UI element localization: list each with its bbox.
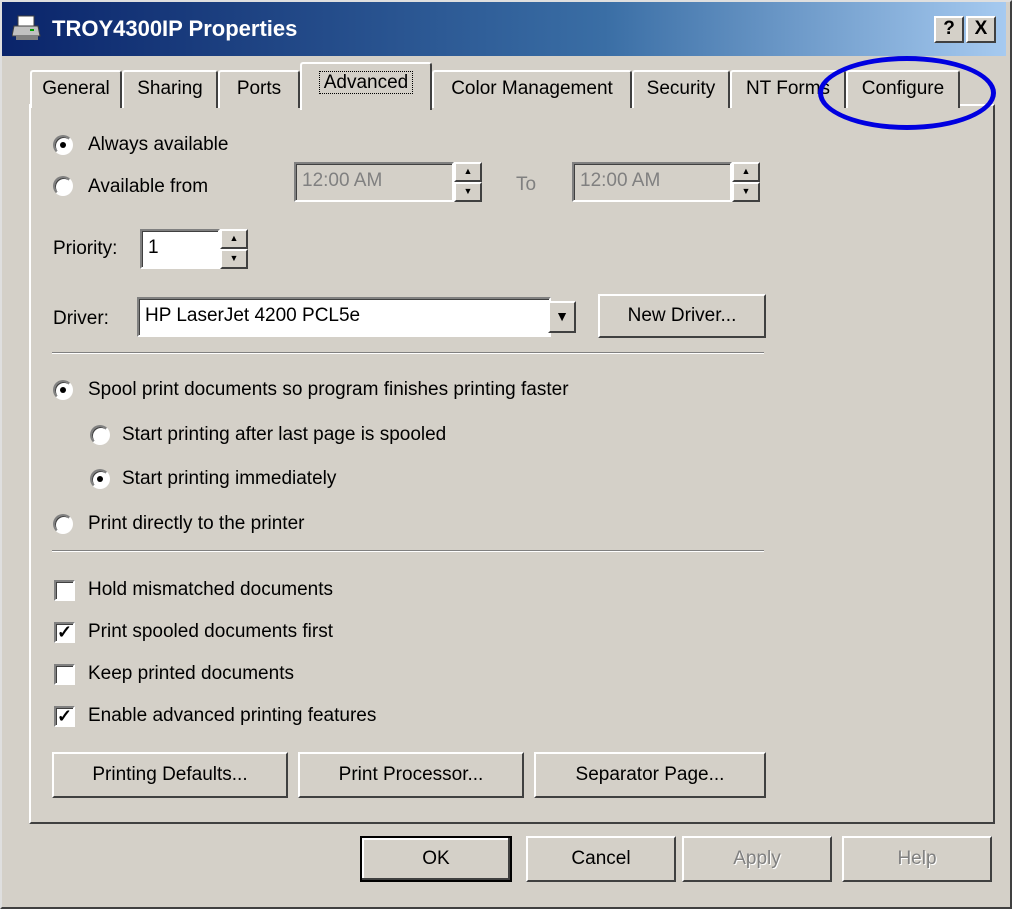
- printer-icon: [11, 14, 42, 42]
- new-driver-button[interactable]: New Driver...: [598, 294, 766, 338]
- spin-down-arrow-icon[interactable]: ▼: [732, 182, 760, 202]
- keep-printed-label: Keep printed documents: [88, 663, 294, 684]
- spin-up-arrow-icon[interactable]: ▲: [732, 162, 760, 182]
- always-available-radio[interactable]: [53, 135, 73, 155]
- print-spooled-first-checkbox[interactable]: ✓: [54, 622, 75, 643]
- tab-label: General: [42, 78, 110, 99]
- spin-down-arrow-icon[interactable]: ▼: [220, 249, 248, 269]
- printing-defaults-button[interactable]: Printing Defaults...: [52, 752, 288, 798]
- tab-advanced[interactable]: Advanced: [300, 62, 432, 110]
- priority-input[interactable]: 1: [140, 229, 220, 269]
- print-processor-button[interactable]: Print Processor...: [298, 752, 524, 798]
- separator-2: [52, 550, 764, 552]
- start-after-last-page-radio[interactable]: [90, 425, 110, 445]
- available-from-radio[interactable]: [53, 176, 73, 196]
- available-to-time-field[interactable]: 12:00 AM: [572, 162, 732, 202]
- hold-mismatched-checkbox[interactable]: [54, 580, 75, 601]
- highlight-circle: [818, 56, 996, 130]
- tab-label: Sharing: [137, 78, 203, 99]
- title-bar[interactable]: TROY4300IP Properties ? X: [2, 2, 1006, 56]
- separator-1: [52, 352, 764, 354]
- start-after-last-page-label: Start printing after last page is spoole…: [122, 424, 447, 445]
- driver-select[interactable]: HP LaserJet 4200 PCL5e: [137, 297, 551, 337]
- spool-label: Spool print documents so program finishe…: [88, 379, 569, 400]
- tab-label: Advanced: [318, 71, 414, 94]
- spin-down-arrow-icon[interactable]: ▼: [454, 182, 482, 202]
- driver-label: Driver:: [53, 308, 109, 329]
- print-spooled-first-label: Print spooled documents first: [88, 621, 334, 642]
- apply-button[interactable]: Apply: [682, 836, 832, 882]
- help-button[interactable]: ?: [934, 16, 964, 43]
- keep-printed-checkbox[interactable]: [54, 664, 75, 685]
- separator-page-button[interactable]: Separator Page...: [534, 752, 766, 798]
- start-immediately-label: Start printing immediately: [122, 468, 337, 489]
- hold-mismatched-label: Hold mismatched documents: [88, 579, 333, 600]
- print-directly-label: Print directly to the printer: [88, 513, 305, 534]
- print-directly-radio[interactable]: [53, 514, 73, 534]
- tab-ports[interactable]: Ports: [218, 70, 300, 108]
- spool-radio[interactable]: [53, 380, 73, 400]
- chevron-down-icon[interactable]: ▼: [548, 301, 576, 333]
- spin-up-arrow-icon[interactable]: ▲: [454, 162, 482, 182]
- cancel-button[interactable]: Cancel: [526, 836, 676, 882]
- ok-button[interactable]: OK: [360, 836, 512, 882]
- tab-sharing[interactable]: Sharing: [122, 70, 218, 108]
- tab-color-management[interactable]: Color Management: [432, 70, 632, 108]
- priority-spinner[interactable]: ▲ ▼: [220, 229, 248, 269]
- start-immediately-radio[interactable]: [90, 469, 110, 489]
- tab-general[interactable]: General: [30, 70, 122, 108]
- spin-up-arrow-icon[interactable]: ▲: [220, 229, 248, 249]
- help-bottom-button[interactable]: Help: [842, 836, 992, 882]
- available-from-time-field[interactable]: 12:00 AM: [294, 162, 454, 202]
- enable-advanced-label: Enable advanced printing features: [88, 705, 377, 726]
- window-title: TROY4300IP Properties: [52, 16, 298, 41]
- available-from-label: Available from: [88, 176, 209, 197]
- from-time-spinner[interactable]: ▲ ▼: [454, 162, 482, 202]
- always-available-label: Always available: [88, 134, 229, 155]
- tab-label: Color Management: [451, 78, 613, 99]
- tab-label: Security: [646, 78, 716, 99]
- tab-security[interactable]: Security: [632, 70, 730, 108]
- tab-label: Ports: [236, 78, 282, 99]
- close-button[interactable]: X: [966, 16, 996, 43]
- enable-advanced-checkbox[interactable]: ✓: [54, 706, 75, 727]
- to-label: To: [516, 174, 537, 195]
- to-time-spinner[interactable]: ▲ ▼: [732, 162, 760, 202]
- priority-label: Priority:: [53, 238, 118, 259]
